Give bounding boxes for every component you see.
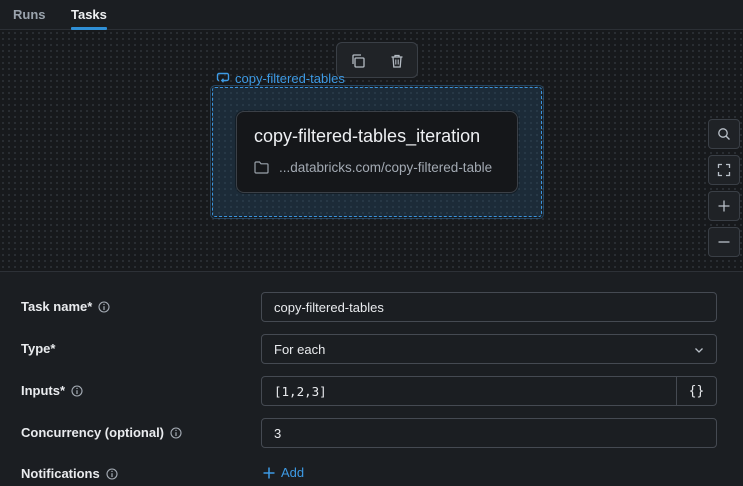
- json-editor-button[interactable]: {}: [676, 376, 717, 406]
- zoom-in-icon: [718, 200, 730, 212]
- plus-icon: [263, 467, 275, 478]
- info-icon[interactable]: [170, 426, 182, 439]
- add-notification-button[interactable]: Add: [262, 465, 304, 480]
- loop-icon: [216, 72, 230, 83]
- type-select[interactable]: For each: [261, 334, 717, 364]
- duplicate-button[interactable]: [348, 51, 368, 71]
- for-each-group-label[interactable]: copy-filtered-tables: [216, 70, 345, 86]
- notifications-label-text: Notifications: [21, 466, 100, 481]
- concurrency-label-text: Concurrency (optional): [21, 425, 165, 440]
- workflow-canvas[interactable]: copy-filtered-tables copy-filtered-table…: [0, 30, 743, 272]
- copy-icon: [352, 54, 365, 68]
- tab-runs[interactable]: Runs: [13, 7, 46, 29]
- inputs-field[interactable]: [1,2,3]: [261, 376, 677, 406]
- add-notification-label: Add: [281, 465, 305, 480]
- fit-view-button[interactable]: [708, 155, 740, 185]
- folder-icon: [254, 161, 269, 174]
- concurrency-input[interactable]: 3: [261, 418, 717, 448]
- group-label-text: copy-filtered-tables: [235, 70, 345, 86]
- chevron-down-icon: [695, 348, 703, 353]
- tab-tasks[interactable]: Tasks: [71, 7, 107, 30]
- info-icon[interactable]: [71, 384, 83, 397]
- inputs-label-text: Inputs*: [21, 383, 66, 398]
- zoom-out-button[interactable]: [708, 227, 740, 257]
- canvas-search-button[interactable]: [708, 119, 740, 149]
- node-toolbar: [336, 42, 418, 78]
- zoom-in-button[interactable]: [708, 191, 740, 221]
- info-icon[interactable]: [98, 300, 110, 313]
- type-label: Type*: [21, 341, 55, 356]
- task-node-title: copy-filtered-tables_iteration: [254, 126, 481, 146]
- inputs-label: Inputs*: [21, 383, 83, 398]
- task-settings-form: Task name* copy-filtered-tables Type* Fo…: [0, 273, 743, 486]
- task-name-input[interactable]: copy-filtered-tables: [261, 292, 717, 322]
- task-name-label-text: Task name*: [21, 299, 93, 314]
- info-icon[interactable]: [106, 467, 118, 480]
- fit-icon: [717, 163, 731, 177]
- tab-bar: Runs Tasks: [0, 0, 743, 30]
- delete-button[interactable]: [387, 51, 407, 71]
- task-name-label: Task name*: [21, 299, 110, 314]
- search-icon: [718, 128, 730, 140]
- trash-icon: [391, 54, 403, 68]
- type-label-text: Type*: [21, 341, 56, 356]
- notifications-label: Notifications: [21, 466, 118, 481]
- type-select-value: For each: [274, 341, 326, 357]
- task-node-path-row: ...databricks.com/copy-filtered-table: [254, 160, 492, 175]
- task-node-card[interactable]: copy-filtered-tables_iteration ...databr…: [236, 111, 518, 193]
- task-node-path: ...databricks.com/copy-filtered-table: [279, 160, 493, 175]
- zoom-out-icon: [718, 241, 730, 243]
- concurrency-label: Concurrency (optional): [21, 425, 182, 440]
